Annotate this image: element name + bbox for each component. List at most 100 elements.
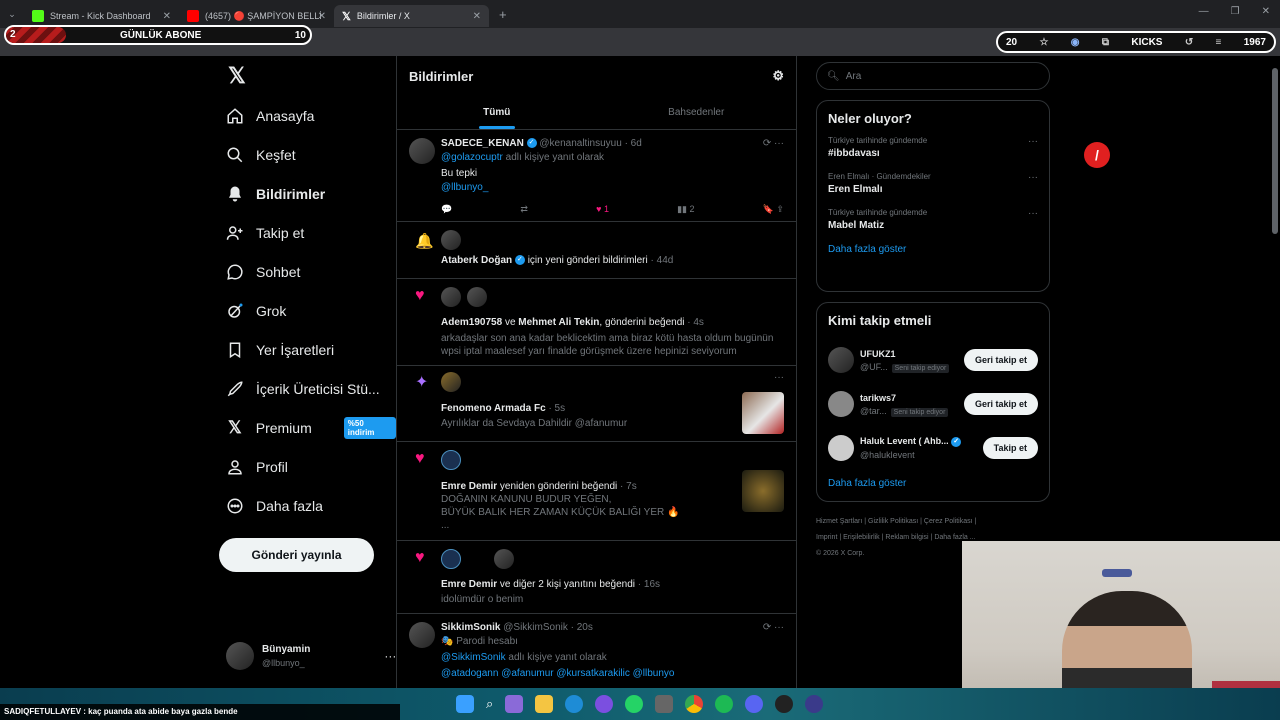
trend-item[interactable]: Türkiye tarihinde gündemde #ibbdavası ··… xyxy=(828,136,1038,159)
windows-start-icon[interactable] xyxy=(456,695,474,713)
tab-youtube[interactable]: (4657) 🔴 ŞAMPİYON BELLİ OL ✕ xyxy=(179,5,334,27)
author-name[interactable]: Ataberk Doğan xyxy=(441,255,512,266)
footer-link[interactable]: Çerez Politikası xyxy=(924,518,973,525)
reply-mention[interactable]: @golazocuptr xyxy=(441,152,503,163)
close-window-icon[interactable]: ✕ xyxy=(1262,6,1270,17)
copilot-icon[interactable] xyxy=(505,695,524,713)
tab-search-icon[interactable]: ⌄ xyxy=(0,9,24,20)
suggestion-row[interactable]: UFUKZ1 @UF... Seni takip ediyor Geri taki… xyxy=(828,338,1038,382)
store-icon[interactable] xyxy=(655,695,674,713)
nav-explore[interactable]: Keşfet xyxy=(218,135,396,174)
nav-chat[interactable]: Sohbet xyxy=(218,252,396,291)
footer-link[interactable]: Reklam bilgisi xyxy=(885,534,928,541)
trend-item[interactable]: Eren Elmalı · Gündemdekiler Eren Elmalı … xyxy=(828,172,1038,195)
show-more-link[interactable]: Daha fazla göster xyxy=(828,478,1038,489)
close-tab-icon[interactable]: ✕ xyxy=(473,11,481,22)
notification-post[interactable]: ✦ ··· Fenomeno Armada Fc · 5s Ayrılıklar… xyxy=(397,366,796,442)
nav-follow[interactable]: Takip et xyxy=(218,213,396,252)
nav-premium[interactable]: 𝕏 Premium %50 indirim xyxy=(218,408,396,447)
reply-icon[interactable]: 💬 xyxy=(441,204,452,215)
post-thumbnail[interactable] xyxy=(742,470,784,512)
author-name[interactable]: Emre Demir xyxy=(441,579,497,590)
search-box[interactable]: 🔍︎ Ara xyxy=(816,62,1050,90)
author-name[interactable]: Mehmet Ali Tekin xyxy=(518,317,599,328)
more-dots-icon[interactable]: ··· xyxy=(1028,136,1038,147)
follows-you-tag: Seni takip ediyor xyxy=(891,363,950,373)
suggestion-row[interactable]: Haluk Levent ( Ahb... ✓ @haluklevent Tak… xyxy=(828,426,1038,470)
search-icon[interactable]: ⌕ xyxy=(486,696,493,712)
like-button[interactable]: ♥ 1 xyxy=(596,204,609,215)
nav-label: Premium xyxy=(255,419,312,436)
post-mention[interactable]: @llbunyo_ xyxy=(441,182,784,193)
settings-gear-icon[interactable]: ⚙ xyxy=(772,68,784,84)
nav-bookmarks[interactable]: Yer İşaretleri xyxy=(218,330,396,369)
maximize-icon[interactable]: ❐ xyxy=(1231,6,1240,17)
trend-item[interactable]: Türkiye tarihinde gündemde Mabel Matiz ·… xyxy=(828,208,1038,231)
author-name[interactable]: SikkimSonik xyxy=(441,622,500,633)
scrollbar[interactable] xyxy=(1272,68,1278,234)
tab-x-notifications[interactable]: 𝕏 Bildirimler / X ✕ xyxy=(334,5,489,27)
follow-back-button[interactable]: Geri takip et xyxy=(963,393,1038,415)
follow-back-button[interactable]: Geri takip et xyxy=(963,349,1038,371)
views-button[interactable]: ▮▮ 2 xyxy=(677,204,694,215)
notification-reply[interactable]: SikkimSonik @SikkimSonik · 20s ⟳ ··· 🎭 P… xyxy=(397,614,796,684)
footer-link[interactable]: Imprint xyxy=(816,534,837,541)
more-dots-icon[interactable]: ··· xyxy=(774,372,784,383)
follow-button[interactable]: Takip et xyxy=(982,437,1038,459)
obs-icon[interactable] xyxy=(775,695,794,713)
more-dots-icon[interactable]: ⟳ ··· xyxy=(763,138,784,149)
minimize-icon[interactable]: — xyxy=(1199,6,1209,17)
tab-kick-dashboard[interactable]: Stream - Kick Dashboard ✕ xyxy=(24,5,179,27)
author-name[interactable]: Fenomeno Armada Fc xyxy=(441,403,546,414)
spotify-icon[interactable] xyxy=(715,695,734,713)
avatar xyxy=(409,622,435,648)
whatsapp-icon[interactable] xyxy=(625,695,644,713)
x-logo-icon[interactable]: 𝕏 xyxy=(218,56,396,96)
edge-icon[interactable] xyxy=(565,695,584,713)
reply-mention[interactable]: @SikkimSonik xyxy=(441,652,506,663)
discord-icon[interactable] xyxy=(745,695,764,713)
app-icon[interactable] xyxy=(805,695,824,713)
nav-notifications[interactable]: Bildirimler xyxy=(218,174,396,213)
show-more-link[interactable]: Daha fazla göster xyxy=(828,244,1038,255)
nav-creator-studio[interactable]: İçerik Üreticisi Stü... xyxy=(218,369,396,408)
more-dots-icon[interactable]: ··· xyxy=(384,649,396,663)
more-dots-icon[interactable]: ⟳ ··· xyxy=(763,622,784,633)
footer-link[interactable]: Hizmet Şartları xyxy=(816,518,862,525)
verified-icon: ✓ xyxy=(951,436,962,447)
footer-link[interactable]: Erişilebilirlik xyxy=(843,534,880,541)
file-explorer-icon[interactable] xyxy=(535,695,554,713)
notification-like[interactable]: ♥ Adem190758 ve Mehmet Ali Tekin, gönder… xyxy=(397,279,796,366)
nav-profile[interactable]: Profil xyxy=(218,447,396,486)
author-name[interactable]: SADECE_KENAN xyxy=(441,138,524,149)
tab-all[interactable]: Tümü xyxy=(397,96,597,129)
notification-reply[interactable]: SADECE_KENAN ✓ @kenanaltinsuyuu · 6d ⟳ ·… xyxy=(397,130,796,222)
app-icon[interactable] xyxy=(595,695,614,713)
nav-home[interactable]: Anasayfa xyxy=(218,96,396,135)
more-dots-icon[interactable]: ··· xyxy=(1028,172,1038,183)
suggestion-row[interactable]: tarikws7 @tar... Seni takip ediyor Geri t… xyxy=(828,382,1038,426)
more-dots-icon[interactable]: ··· xyxy=(1028,208,1038,219)
author-name[interactable]: Emre Demir xyxy=(441,481,497,492)
repost-icon[interactable]: ⇄ xyxy=(520,204,528,215)
nav-more[interactable]: Daha fazla xyxy=(218,486,396,525)
nav-grok[interactable]: Grok xyxy=(218,291,396,330)
chrome-icon[interactable] xyxy=(685,695,704,713)
footer-link[interactable]: Daha fazla ... xyxy=(934,534,975,541)
post-thumbnail[interactable] xyxy=(742,392,784,434)
footer-link[interactable]: Gizlilik Politikası xyxy=(868,518,918,525)
notification-repost-like[interactable]: ♥ Emre Demir yeniden gönderini beğendi ·… xyxy=(397,442,796,541)
notification-reply-like[interactable]: ♥ Emre Demir ve diğer 2 kişi yanıtını be… xyxy=(397,541,796,614)
bookmark-share-icons[interactable]: 🔖 ⇪ xyxy=(763,204,784,215)
mask-icon: 🎭 xyxy=(441,636,454,647)
notification-new-posts[interactable]: 🔔 Ataberk Doğan ✓ için yeni gönderi bild… xyxy=(397,222,796,279)
tab-mentions[interactable]: Bahsedenler xyxy=(597,96,797,129)
close-tab-icon[interactable]: ✕ xyxy=(318,11,326,22)
post-mentions[interactable]: @atadogann @afanumur @kursatkarakilic @l… xyxy=(441,668,784,679)
author-name[interactable]: Adem190758 xyxy=(441,317,502,328)
post-button[interactable]: Gönderi yayınla xyxy=(219,538,374,572)
suggestion-handle: @haluklevent xyxy=(860,449,915,460)
close-tab-icon[interactable]: ✕ xyxy=(163,11,171,22)
account-switcher[interactable]: Bünyamin @llbunyo_ ··· xyxy=(226,642,396,670)
new-tab-button[interactable]: + xyxy=(499,7,507,22)
